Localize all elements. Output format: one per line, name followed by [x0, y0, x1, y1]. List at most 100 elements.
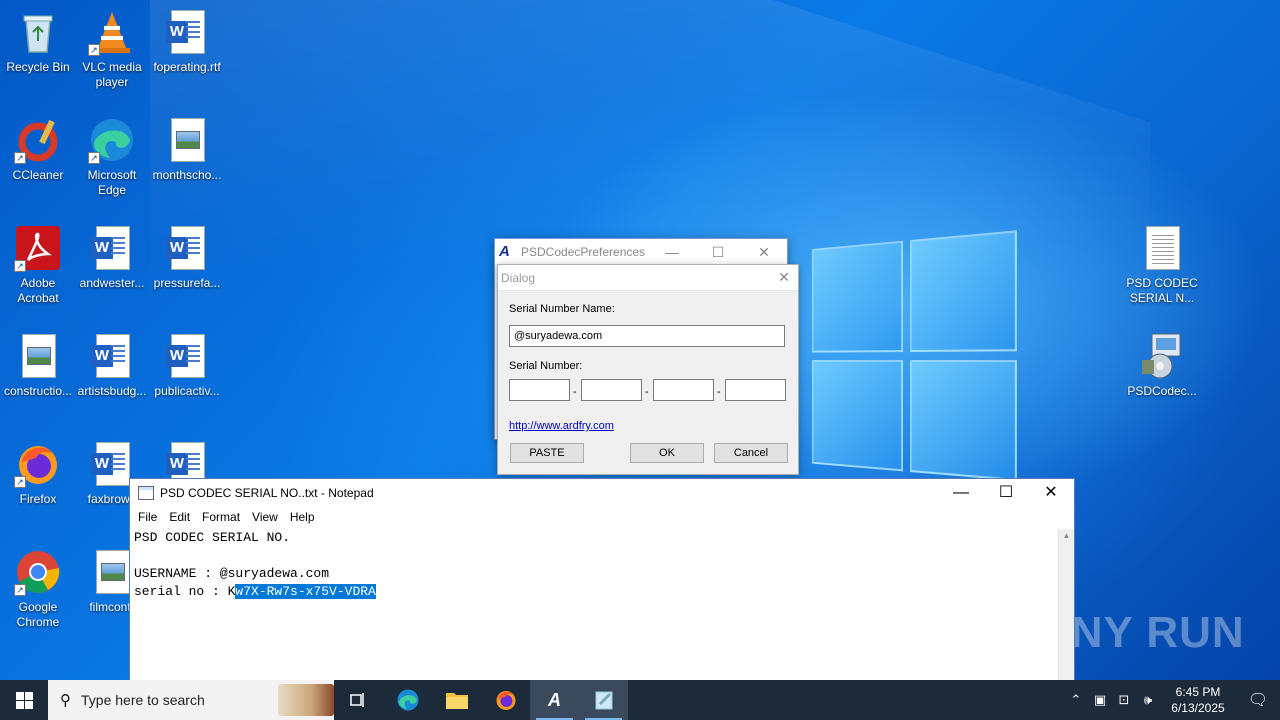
start-button[interactable] — [0, 680, 48, 720]
task-view-button[interactable] — [334, 680, 383, 720]
minimize-button[interactable]: — — [649, 239, 695, 265]
taskbar-search-box[interactable]: ⚲ Type here to search — [48, 680, 334, 720]
folder-icon — [445, 693, 468, 709]
serial-part-2-input[interactable] — [581, 379, 642, 401]
acrobat-icon: ↗ — [14, 224, 62, 272]
icon-label: foperating.rtf — [153, 60, 221, 74]
icon-label: Recycle Bin — [6, 60, 70, 74]
desktop-icon-artistsbudg[interactable]: W artistsbudg... — [74, 332, 150, 399]
tray-chevron-up-icon[interactable]: ⌃ — [1064, 692, 1088, 708]
logo-pane — [811, 240, 903, 353]
desktop-icon-psdcodec[interactable]: PSDCodec... — [1124, 332, 1200, 399]
serial-separator: - — [717, 386, 721, 398]
word-document-icon: W — [88, 224, 136, 272]
notepad-text-area[interactable]: PSD CODEC SERIAL NO. USERNAME : @suryadew… — [134, 529, 1056, 681]
image-file-icon — [163, 116, 211, 164]
desktop-icon-microsoft-edge[interactable]: ↗ Microsoft Edge — [74, 116, 150, 198]
notepad-window: PSD CODEC SERIAL NO..txt - Notepad — ☐ ✕… — [129, 478, 1075, 682]
icon-label: publicactiv... — [154, 384, 220, 398]
taskbar-edge[interactable] — [383, 680, 432, 720]
taskbar-psdcodec[interactable]: A — [530, 680, 579, 720]
logo-pane — [910, 360, 1017, 482]
serial-prefix: serial no : K — [134, 584, 236, 599]
desktop-icon-monthscho[interactable]: monthscho... — [149, 116, 225, 183]
maximize-button[interactable]: ☐ — [983, 479, 1029, 507]
scroll-up-icon[interactable]: ▲ — [1059, 529, 1074, 543]
icon-label: monthscho... — [152, 168, 222, 182]
text-line — [134, 547, 1056, 565]
desktop-icon-recycle-bin[interactable]: Recycle Bin — [0, 8, 76, 75]
icon-label: constructio... — [3, 384, 73, 398]
volume-icon[interactable]: 🕪 — [1136, 692, 1160, 708]
ardfry-link[interactable]: http://www.ardfry.com — [509, 420, 614, 432]
serial-separator: - — [573, 386, 577, 398]
icon-label: VLC media player — [82, 60, 142, 89]
serial-name-input[interactable] — [509, 325, 785, 347]
desktop-icon-construction[interactable]: constructio... — [0, 332, 76, 399]
search-icon: ⚲ — [60, 692, 71, 709]
maximize-button[interactable]: ☐ — [695, 239, 741, 265]
serial-dialog: Dialog ✕ Serial Number Name: Serial Numb… — [497, 264, 799, 475]
serial-separator: - — [645, 386, 649, 398]
serial-part-1-input[interactable] — [509, 379, 570, 401]
minimize-button[interactable]: — — [938, 479, 984, 507]
logo-pane — [910, 230, 1017, 352]
edge-icon — [397, 689, 418, 711]
serial-part-3-input[interactable] — [653, 379, 714, 401]
taskbar-file-explorer[interactable] — [432, 680, 481, 720]
desktop-icon-andwester[interactable]: W andwester... — [74, 224, 150, 291]
notepad-icon — [595, 691, 612, 710]
close-button[interactable]: ✕ — [1028, 479, 1074, 507]
desktop-icon-pressurefa[interactable]: W pressurefa... — [149, 224, 225, 291]
word-document-icon: W — [88, 332, 136, 380]
desktop-icon-firefox[interactable]: ↗ Firefox — [0, 440, 76, 507]
notepad-window-title: PSD CODEC SERIAL NO..txt - Notepad — [160, 486, 374, 500]
desktop-icon-psd-codec-serial[interactable]: PSD CODEC SERIAL N... — [1124, 224, 1200, 306]
desktop-icon-vlc[interactable]: ↗ VLC media player — [74, 8, 150, 90]
dialog-close-icon[interactable]: ✕ — [770, 269, 798, 286]
wallpaper-windows-logo — [811, 229, 1025, 490]
taskbar-notepad[interactable] — [579, 680, 628, 720]
cancel-button[interactable]: Cancel — [714, 443, 788, 463]
text-line: USERNAME : @suryadewa.com — [134, 566, 330, 581]
ccleaner-icon: ↗ — [14, 116, 62, 164]
icon-label: andwester... — [79, 276, 145, 290]
icon-label: Google Chrome — [16, 600, 60, 629]
menu-format[interactable]: Format — [196, 510, 246, 524]
menu-file[interactable]: File — [132, 510, 163, 524]
icon-label: artistsbudg... — [77, 384, 147, 398]
tray-meet-icon[interactable]: ▣ — [1088, 692, 1112, 708]
paste-button[interactable]: PASTE — [510, 443, 584, 463]
serial-part-4-input[interactable] — [725, 379, 786, 401]
clock-time: 6:45 PM — [1175, 685, 1221, 699]
task-view-icon — [349, 693, 364, 707]
menu-view[interactable]: View — [246, 510, 284, 524]
network-icon[interactable]: ⊡ — [1112, 692, 1136, 708]
icon-label: Firefox — [19, 492, 57, 506]
desktop-icon-ccleaner[interactable]: ↗ CCleaner — [0, 116, 76, 183]
logo-pane — [811, 360, 903, 472]
taskbar-firefox[interactable] — [481, 680, 530, 720]
recycle-bin-icon — [14, 8, 62, 56]
vertical-scrollbar[interactable]: ▲ — [1058, 529, 1074, 681]
menu-help[interactable]: Help — [284, 510, 321, 524]
text-line: PSD CODEC SERIAL NO. — [134, 530, 291, 545]
icon-label: PSD CODEC SERIAL N... — [1126, 276, 1198, 305]
desktop-icon-adobe-acrobat[interactable]: ↗ Adobe Acrobat — [0, 224, 76, 306]
desktop-icon-foperating[interactable]: W foperating.rtf — [149, 8, 225, 75]
notification-center-icon[interactable]: 🗨 — [1236, 690, 1280, 710]
psdcodec-app-icon: A — [499, 243, 510, 260]
chrome-icon: ↗ — [14, 548, 62, 596]
menu-edit[interactable]: Edit — [163, 510, 196, 524]
dialog-titlebar[interactable]: Dialog ✕ — [498, 265, 798, 291]
text-line: serial no : Kw7X-Rw7s-x75V-VDRA — [134, 583, 1056, 601]
psdcodec-titlebar[interactable]: A PSDCodecPreferences — ☐ ✕ — [495, 239, 787, 265]
close-button[interactable]: ✕ — [741, 239, 787, 265]
dialog-title: Dialog — [501, 270, 536, 285]
desktop-icon-google-chrome[interactable]: ↗ Google Chrome — [0, 548, 76, 630]
notepad-titlebar[interactable]: PSD CODEC SERIAL NO..txt - Notepad — [130, 479, 1074, 507]
taskbar-clock[interactable]: 6:45 PM 6/13/2025 — [1160, 684, 1236, 716]
desktop-icon-publicactiv[interactable]: W publicactiv... — [149, 332, 225, 399]
installer-icon — [1138, 332, 1186, 380]
ok-button[interactable]: OK — [630, 443, 704, 463]
